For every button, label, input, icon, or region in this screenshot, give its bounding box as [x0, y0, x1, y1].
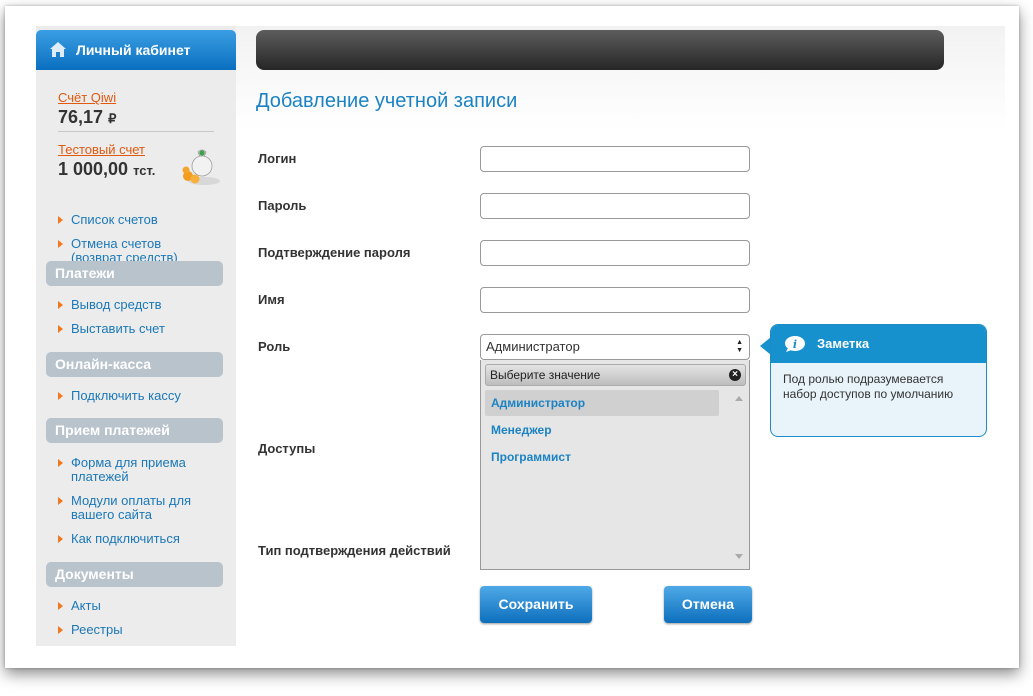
test-balance: 1 000,00 тст. [58, 159, 155, 180]
test-amount: 1 000,00 [58, 159, 129, 179]
access-label: Доступы [258, 441, 316, 456]
test-account: Тестовый счет 1 000,00 тст. [58, 142, 155, 180]
qiwi-balance: 76,17 ₽ [58, 107, 116, 128]
name-label: Имя [258, 292, 285, 307]
section-documents: Документы [46, 562, 223, 587]
cashbox-menu: Подключить кассу [58, 389, 181, 413]
login-label: Логин [258, 151, 297, 166]
dropdown-search[interactable]: Выберите значение × [485, 364, 746, 386]
section-online-cashbox: Онлайн-касса [46, 352, 223, 377]
note-panel: i Заметка Под ролью подразумевается набо… [770, 324, 987, 437]
note-title: Заметка [817, 336, 870, 351]
sidebar-header[interactable]: Личный кабинет [36, 30, 236, 70]
sidebar-divider [58, 131, 214, 132]
password-label: Пароль [258, 198, 307, 213]
qiwi-account-link[interactable]: Счёт Qiwi [58, 90, 116, 105]
confirm-password-label: Подтверждение пароля [258, 245, 411, 260]
window-frame: Личный кабинет Счёт Qiwi 76,17 ₽ Тестовы… [5, 6, 1019, 668]
info-bubble-icon: i [785, 336, 805, 352]
menu-item-issue-invoice[interactable]: Выставить счет [58, 322, 165, 336]
section-payments: Платежи [46, 261, 223, 286]
role-dropdown[interactable]: Выберите значение × Администратор Менедж… [480, 360, 750, 570]
menu-item-acts[interactable]: Акты [58, 599, 123, 613]
save-button[interactable]: Сохранить [480, 586, 592, 623]
qiwi-amount: 76,17 [58, 107, 104, 127]
qiwi-account: Счёт Qiwi 76,17 ₽ [58, 90, 116, 128]
dropdown-option-manager[interactable]: Менеджер [485, 417, 719, 443]
test-account-link[interactable]: Тестовый счет [58, 142, 155, 157]
page-title: Добавление учетной записи [256, 90, 518, 112]
cancel-button[interactable]: Отмена [664, 586, 752, 623]
menu-item-registers[interactable]: Реестры [58, 623, 123, 637]
menu-item-withdraw[interactable]: Вывод средств [58, 298, 165, 312]
select-arrows-icon: ▲ ▼ [736, 339, 743, 354]
scroll-up-icon[interactable] [735, 396, 743, 401]
svg-text:i: i [793, 338, 797, 351]
top-bar [256, 30, 944, 70]
money-bag-icon [182, 149, 220, 185]
sidebar: Личный кабинет Счёт Qiwi 76,17 ₽ Тестовы… [36, 26, 236, 646]
accept-payments-menu: Форма для приема платежей Модули оплаты … [58, 456, 208, 556]
name-input[interactable] [480, 287, 750, 313]
qiwi-currency: ₽ [108, 111, 117, 126]
section-accept-payments: Прием платежей [46, 418, 223, 443]
dropdown-option-programmer[interactable]: Программист [485, 444, 719, 470]
menu-item-payment-form[interactable]: Форма для приема платежей [58, 456, 198, 484]
menu-item-account-list[interactable]: Список счетов [58, 213, 198, 227]
role-select-value: Администратор [486, 339, 580, 354]
menu-item-connect-cashbox[interactable]: Подключить кассу [58, 389, 181, 403]
login-input[interactable] [480, 146, 750, 172]
role-select[interactable]: Администратор ▲ ▼ [480, 334, 750, 360]
sidebar-header-label: Личный кабинет [76, 42, 191, 58]
role-label: Роль [258, 339, 291, 354]
payments-menu: Вывод средств Выставить счет [58, 298, 165, 346]
confirm-password-input[interactable] [480, 240, 750, 266]
page-content: Личный кабинет Счёт Qiwi 76,17 ₽ Тестовы… [36, 26, 1005, 646]
menu-item-how-to-connect[interactable]: Как подключиться [58, 532, 208, 546]
menu-item-payment-modules[interactable]: Модули оплаты для вашего сайта [58, 494, 208, 522]
clear-icon[interactable]: × [729, 369, 741, 381]
test-currency: тст. [133, 163, 156, 178]
documents-menu: Акты Реестры [58, 599, 123, 646]
dropdown-option-admin[interactable]: Администратор [485, 390, 719, 416]
dropdown-header-label: Выберите значение [490, 368, 601, 382]
home-icon [50, 42, 66, 57]
scroll-down-icon[interactable] [735, 554, 743, 559]
note-text: Под ролью подразумевается набор доступов… [783, 372, 954, 401]
confirm-type-label: Тип подтверждения действий [258, 543, 451, 558]
note-header: i Заметка [771, 325, 986, 363]
password-input[interactable] [480, 193, 750, 219]
